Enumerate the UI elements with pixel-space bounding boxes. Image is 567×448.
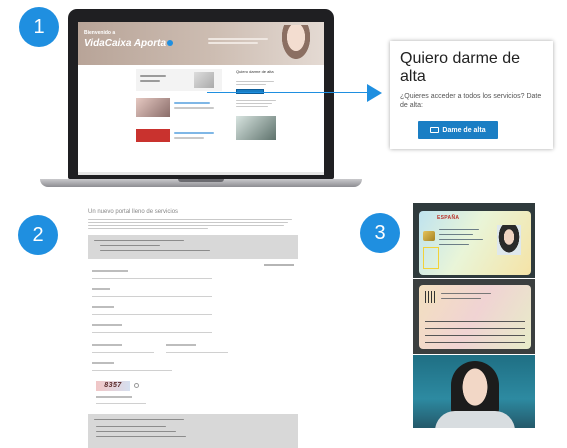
callout-title: Quiero darme de alta [400,50,521,85]
input-field-2[interactable] [92,296,212,297]
step-1-badge: 1 [19,7,59,47]
mini-text-block [236,100,278,107]
field-label-1 [92,270,128,272]
laptop-screen: Bienvenido a VidaCaixa Aporta Quiero dar… [78,22,324,175]
id-card-front: ESPAÑA [419,211,531,275]
promo-tile[interactable] [136,69,222,91]
banner-brand-text: VidaCaixa Aporta [84,38,167,49]
id-card-highlight [423,247,439,269]
field-label-6 [166,344,196,346]
input-field-4[interactable] [92,332,212,333]
selfie-photo [413,355,535,428]
link-lines [174,102,220,114]
field-label-5 [92,344,122,346]
field-label-2 [92,288,110,290]
id-card-qr [425,291,437,303]
signup-mini-text [236,81,276,85]
signup-column-heading: Quiero darme de alta [236,69,274,74]
laptop-notch [178,179,224,182]
banner-brand: VidaCaixa Aporta [84,38,174,49]
id-card-front-photo: ESPAÑA [413,203,535,278]
id-card-mrz [425,321,525,343]
id-card-country: ESPAÑA [437,215,460,221]
image-tile[interactable] [136,98,170,117]
pointer-line [207,92,367,93]
link-lines-2 [174,132,220,142]
input-field-5[interactable] [92,352,154,353]
side-photo[interactable] [236,116,276,140]
form-title: Un nuevo portal lleno de servicios [88,209,179,215]
id-card-portrait [497,225,521,255]
callout-text: ¿Quieres acceder a todos los servicios? … [400,93,542,109]
id-card-icon [430,127,440,133]
signup-callout: Quiero darme de alta ¿Quieres acceder a … [390,41,553,149]
form-intro [88,219,294,229]
step-2-badge: 2 [18,215,58,255]
banner-kicker: Bienvenido a [84,30,116,36]
brand-dot-icon [167,40,174,47]
id-card-photos: ESPAÑA [413,203,535,428]
banner-tagline [208,38,270,47]
input-field-1[interactable] [92,278,212,279]
captcha-refresh-icon[interactable] [134,383,139,388]
site-body: Quiero darme de alta [136,67,286,172]
banner-person-photo [278,25,314,65]
id-card-chip [423,231,435,241]
field-label-3 [92,306,114,308]
captcha-label [96,396,132,398]
arrow-right-icon [367,84,382,102]
link-right[interactable] [264,264,294,266]
terms-box [88,414,298,448]
captcha-image: 8357 [96,381,130,391]
selfie-shoulders [435,411,515,428]
step-3-badge: 3 [360,213,400,253]
registration-form: Un nuevo portal lleno de servicios 8357 [82,200,302,448]
field-label-4 [92,324,122,326]
info-box [88,235,298,259]
input-field-6[interactable] [166,352,228,353]
signup-button-label: Dame de alta [442,126,486,134]
captcha-input[interactable] [96,403,146,404]
id-card-back [419,285,531,349]
input-field-3[interactable] [92,314,212,315]
field-label-7 [92,362,114,364]
signup-button[interactable]: Dame de alta [418,121,498,139]
id-card-back-photo [413,279,535,354]
red-tile[interactable] [136,129,170,142]
input-field-7[interactable] [92,370,172,371]
site-banner: Bienvenido a VidaCaixa Aporta [78,22,324,65]
